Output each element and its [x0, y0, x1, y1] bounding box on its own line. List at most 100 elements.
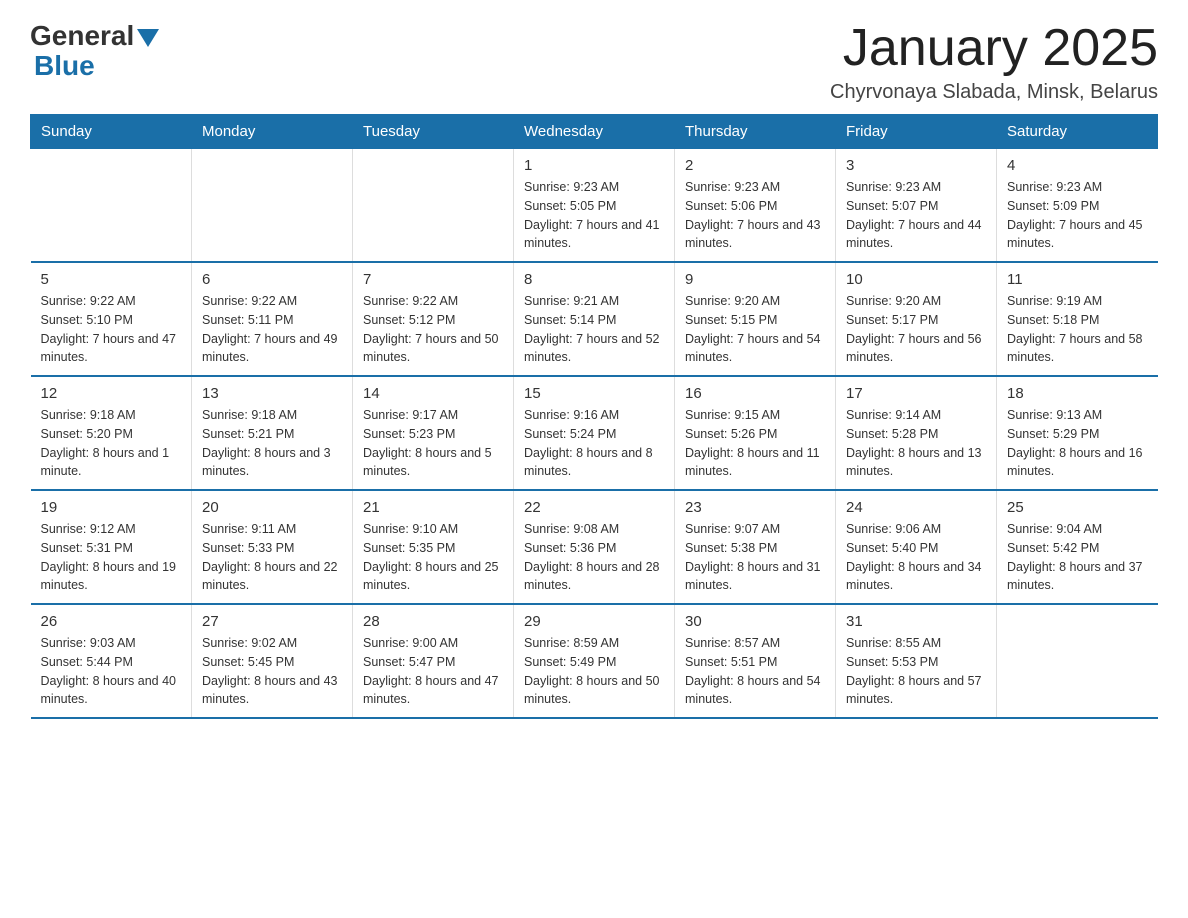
day-info: Sunrise: 9:22 AM Sunset: 5:11 PM Dayligh…: [202, 292, 342, 367]
header-friday: Friday: [836, 115, 997, 149]
day-number: 7: [363, 271, 503, 288]
table-row: 30Sunrise: 8:57 AM Sunset: 5:51 PM Dayli…: [675, 604, 836, 718]
day-number: 4: [1007, 157, 1148, 174]
logo: General Blue: [30, 20, 159, 82]
table-row: 20Sunrise: 9:11 AM Sunset: 5:33 PM Dayli…: [192, 490, 353, 604]
day-number: 23: [685, 499, 825, 516]
table-row: 17 Sunrise: 9:14 AM Sunset: 5:28 PM Dayli…: [836, 376, 997, 490]
day-number: 27: [202, 613, 342, 630]
table-row: 10 Sunrise: 9:20 AM Sunset: 5:17 PM Dayli…: [836, 262, 997, 376]
calendar-week-row: 5 Sunrise: 9:22 AM Sunset: 5:10 PM Daylig…: [31, 262, 1158, 376]
day-info: Sunrise: 9:15 AM Sunset: 5:26 PM Dayligh…: [685, 406, 825, 481]
day-number: 14: [363, 385, 503, 402]
day-info: Sunrise: 9:23 AM Sunset: 5:06 PM Dayligh…: [685, 178, 825, 253]
day-number: 6: [202, 271, 342, 288]
day-number: 5: [41, 271, 182, 288]
logo-triangle-icon: [137, 29, 159, 47]
table-row: 26Sunrise: 9:03 AM Sunset: 5:44 PM Dayli…: [31, 604, 192, 718]
day-info: Sunrise: 8:55 AM Sunset: 5:53 PM Dayligh…: [846, 634, 986, 709]
header-sunday: Sunday: [31, 115, 192, 149]
table-row: 27Sunrise: 9:02 AM Sunset: 5:45 PM Dayli…: [192, 604, 353, 718]
day-info: Sunrise: 9:04 AM Sunset: 5:42 PM Dayligh…: [1007, 520, 1148, 595]
table-row: 8 Sunrise: 9:21 AM Sunset: 5:14 PM Daylig…: [514, 262, 675, 376]
day-info: Sunrise: 9:22 AM Sunset: 5:12 PM Dayligh…: [363, 292, 503, 367]
logo-general: General: [30, 20, 134, 52]
day-info: Sunrise: 9:12 AM Sunset: 5:31 PM Dayligh…: [41, 520, 182, 595]
header-tuesday: Tuesday: [353, 115, 514, 149]
day-number: 29: [524, 613, 664, 630]
page-header: General Blue January 2025 Chyrvonaya Sla…: [30, 20, 1158, 104]
table-row: 15 Sunrise: 9:16 AM Sunset: 5:24 PM Dayli…: [514, 376, 675, 490]
day-info: Sunrise: 8:57 AM Sunset: 5:51 PM Dayligh…: [685, 634, 825, 709]
day-number: 13: [202, 385, 342, 402]
table-row: 23 Sunrise: 9:07 AM Sunset: 5:38 PM Dayli…: [675, 490, 836, 604]
table-row: 21Sunrise: 9:10 AM Sunset: 5:35 PM Dayli…: [353, 490, 514, 604]
table-row: 28Sunrise: 9:00 AM Sunset: 5:47 PM Dayli…: [353, 604, 514, 718]
table-row: [997, 604, 1158, 718]
day-info: Sunrise: 9:16 AM Sunset: 5:24 PM Dayligh…: [524, 406, 664, 481]
table-row: 7 Sunrise: 9:22 AM Sunset: 5:12 PM Daylig…: [353, 262, 514, 376]
day-number: 3: [846, 157, 986, 174]
table-row: 25 Sunrise: 9:04 AM Sunset: 5:42 PM Dayli…: [997, 490, 1158, 604]
table-row: 29 Sunrise: 8:59 AM Sunset: 5:49 PM Dayli…: [514, 604, 675, 718]
logo-blue: Blue: [34, 50, 159, 82]
month-title: January 2025: [830, 20, 1158, 77]
calendar-week-row: 1Sunrise: 9:23 AM Sunset: 5:05 PM Daylig…: [31, 149, 1158, 263]
table-row: 1Sunrise: 9:23 AM Sunset: 5:05 PM Daylig…: [514, 149, 675, 263]
day-number: 22: [524, 499, 664, 516]
table-row: 22 Sunrise: 9:08 AM Sunset: 5:36 PM Dayli…: [514, 490, 675, 604]
day-info: Sunrise: 9:18 AM Sunset: 5:21 PM Dayligh…: [202, 406, 342, 481]
day-info: Sunrise: 9:17 AM Sunset: 5:23 PM Dayligh…: [363, 406, 503, 481]
table-row: 24Sunrise: 9:06 AM Sunset: 5:40 PM Dayli…: [836, 490, 997, 604]
day-info: Sunrise: 8:59 AM Sunset: 5:49 PM Dayligh…: [524, 634, 664, 709]
table-row: 19 Sunrise: 9:12 AM Sunset: 5:31 PM Dayli…: [31, 490, 192, 604]
day-number: 17: [846, 385, 986, 402]
day-number: 10: [846, 271, 986, 288]
header-saturday: Saturday: [997, 115, 1158, 149]
day-info: Sunrise: 9:08 AM Sunset: 5:36 PM Dayligh…: [524, 520, 664, 595]
table-row: 3 Sunrise: 9:23 AM Sunset: 5:07 PM Daylig…: [836, 149, 997, 263]
table-row: 6 Sunrise: 9:22 AM Sunset: 5:11 PM Daylig…: [192, 262, 353, 376]
day-info: Sunrise: 9:18 AM Sunset: 5:20 PM Dayligh…: [41, 406, 182, 481]
day-info: Sunrise: 9:21 AM Sunset: 5:14 PM Dayligh…: [524, 292, 664, 367]
day-info: Sunrise: 9:11 AM Sunset: 5:33 PM Dayligh…: [202, 520, 342, 595]
day-number: 12: [41, 385, 182, 402]
location-subtitle: Chyrvonaya Slabada, Minsk, Belarus: [830, 81, 1158, 104]
day-number: 21: [363, 499, 503, 516]
day-info: Sunrise: 9:20 AM Sunset: 5:17 PM Dayligh…: [846, 292, 986, 367]
table-row: 4 Sunrise: 9:23 AM Sunset: 5:09 PM Daylig…: [997, 149, 1158, 263]
day-number: 31: [846, 613, 986, 630]
day-info: Sunrise: 9:13 AM Sunset: 5:29 PM Dayligh…: [1007, 406, 1148, 481]
day-number: 25: [1007, 499, 1148, 516]
header-wednesday: Wednesday: [514, 115, 675, 149]
table-row: 5 Sunrise: 9:22 AM Sunset: 5:10 PM Daylig…: [31, 262, 192, 376]
day-number: 15: [524, 385, 664, 402]
day-number: 16: [685, 385, 825, 402]
table-row: [31, 149, 192, 263]
title-section: January 2025 Chyrvonaya Slabada, Minsk, …: [830, 20, 1158, 104]
calendar-header-row: Sunday Monday Tuesday Wednesday Thursday…: [31, 115, 1158, 149]
day-number: 2: [685, 157, 825, 174]
day-info: Sunrise: 9:23 AM Sunset: 5:05 PM Dayligh…: [524, 178, 664, 253]
day-info: Sunrise: 9:22 AM Sunset: 5:10 PM Dayligh…: [41, 292, 182, 367]
table-row: 11 Sunrise: 9:19 AM Sunset: 5:18 PM Dayli…: [997, 262, 1158, 376]
table-row: 14 Sunrise: 9:17 AM Sunset: 5:23 PM Dayli…: [353, 376, 514, 490]
day-info: Sunrise: 9:23 AM Sunset: 5:07 PM Dayligh…: [846, 178, 986, 253]
calendar-week-row: 26Sunrise: 9:03 AM Sunset: 5:44 PM Dayli…: [31, 604, 1158, 718]
day-number: 18: [1007, 385, 1148, 402]
day-info: Sunrise: 9:14 AM Sunset: 5:28 PM Dayligh…: [846, 406, 986, 481]
day-number: 28: [363, 613, 503, 630]
day-number: 11: [1007, 271, 1148, 288]
header-monday: Monday: [192, 115, 353, 149]
day-info: Sunrise: 9:23 AM Sunset: 5:09 PM Dayligh…: [1007, 178, 1148, 253]
day-info: Sunrise: 9:19 AM Sunset: 5:18 PM Dayligh…: [1007, 292, 1148, 367]
calendar-table: Sunday Monday Tuesday Wednesday Thursday…: [30, 114, 1158, 719]
day-info: Sunrise: 9:06 AM Sunset: 5:40 PM Dayligh…: [846, 520, 986, 595]
day-info: Sunrise: 9:07 AM Sunset: 5:38 PM Dayligh…: [685, 520, 825, 595]
table-row: 31 Sunrise: 8:55 AM Sunset: 5:53 PM Dayli…: [836, 604, 997, 718]
table-row: 13 Sunrise: 9:18 AM Sunset: 5:21 PM Dayli…: [192, 376, 353, 490]
day-number: 8: [524, 271, 664, 288]
table-row: 2 Sunrise: 9:23 AM Sunset: 5:06 PM Daylig…: [675, 149, 836, 263]
day-number: 26: [41, 613, 182, 630]
day-number: 19: [41, 499, 182, 516]
